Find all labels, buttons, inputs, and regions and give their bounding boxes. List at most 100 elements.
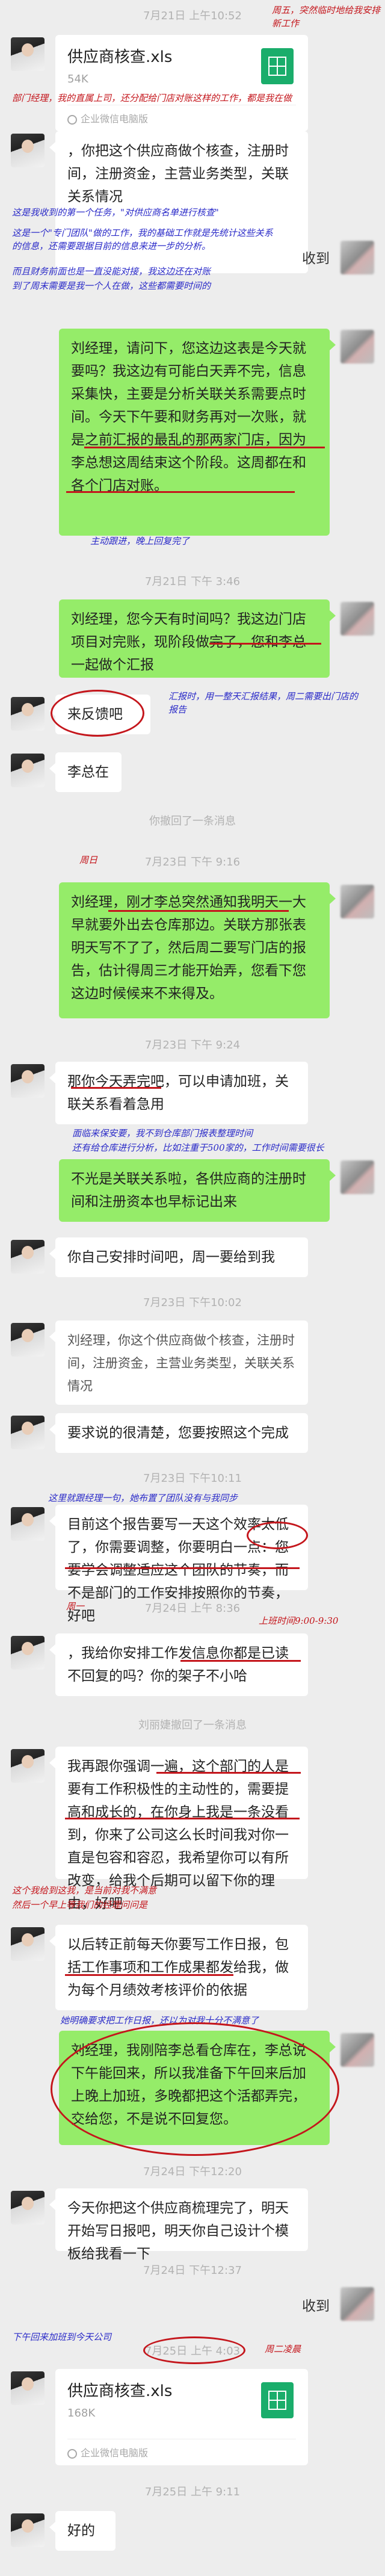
recall-notice: 刘丽婕撤回了一条消息 xyxy=(138,1719,247,1732)
underline-mark xyxy=(156,1772,301,1774)
annotation-note: 汇报时，用一整天汇报结果，周二需要出门店的报告 xyxy=(168,691,359,715)
underline-mark xyxy=(84,447,325,448)
message-bubble[interactable]: ，我给你安排工作发信息你都是已读不回复的吗？你的架子不小哈 xyxy=(49,1633,308,1696)
annotation-note: 这是我收到的第一个任务，"对供应商名单进行核查" xyxy=(12,207,219,218)
message-text: 刘经理，您今天有时间吗？我这边门店项目对完账，现阶段做完了，您和李总一起做个汇报 xyxy=(71,611,306,673)
message-bubble[interactable]: 刘经理，您今天有时间吗？我这边门店项目对完账，现阶段做完了，您和李总一起做个汇报 xyxy=(59,599,336,678)
message-text: 那你今天弄完吧，可以申请加班，关联关系看着急用 xyxy=(67,1074,289,1112)
file-source-label: 企业微信电脑版 xyxy=(81,113,149,125)
underline-mark xyxy=(65,1974,233,1976)
message-bubble[interactable]: 那你今天弄完吧，可以申请加班，关联关系看着急用 xyxy=(49,1062,308,1124)
message-bubble[interactable]: 今天你把这个供应商梳理完了，明天开始写日报吧，明天你自己设计个模板给我看一下 xyxy=(49,2188,308,2262)
quoted-message[interactable]: 刘经理，你这个供应商做个核查，注册时间，注册资金，主营业务类型，关联关系情况 xyxy=(49,1321,308,1405)
avatar[interactable] xyxy=(11,1927,45,1961)
avatar[interactable] xyxy=(11,1636,45,1670)
message-bubble[interactable]: 以后转正前每天你要写工作日报，包括工作事项和工作成果都发给我，做为每个月绩效考核… xyxy=(49,1925,308,2010)
timestamp: 7月21日 下午 3:46 xyxy=(144,575,241,588)
annotation-note: 周日 xyxy=(79,855,98,865)
avatar[interactable] xyxy=(11,37,45,71)
annotation-note: 这里就跟经理一句，她布置了团队没有与我同步 xyxy=(48,1493,238,1503)
avatar[interactable] xyxy=(11,1064,45,1098)
avatar[interactable] xyxy=(11,1240,45,1274)
avatar[interactable] xyxy=(340,241,374,274)
avatar[interactable] xyxy=(340,885,374,918)
avatar[interactable] xyxy=(11,1507,45,1541)
message-text: 不光是关联关系啦，各供应商的注册时间和注册资本也早标记出来 xyxy=(71,1171,306,1210)
annotation-note: 然后一个早上等我们的经理问问是 xyxy=(12,1899,148,1910)
timestamp: 7月23日 下午10:02 xyxy=(143,1296,242,1309)
underline-mark xyxy=(66,491,295,493)
timestamp: 7月23日 下午 9:24 xyxy=(144,1039,241,1051)
avatar[interactable] xyxy=(11,2371,45,2405)
excel-file-icon xyxy=(261,2382,294,2418)
annotation-note: 这个我给到这我，是当前对我不满意 xyxy=(12,1885,157,1896)
annotation-note: 上班时间9:00-9:30 xyxy=(259,1615,339,1626)
excel-file-icon xyxy=(261,48,294,84)
message-text: ，我给你安排工作发信息你都是已读不回复的吗？你的架子不小哈 xyxy=(67,1646,289,1684)
avatar[interactable] xyxy=(340,602,374,636)
message-text: 你自己安排时间吧，周一要给到我 xyxy=(67,1249,275,1265)
avatar[interactable] xyxy=(340,330,374,364)
avatar[interactable] xyxy=(11,697,45,731)
highlight-circle xyxy=(51,2022,339,2156)
message-bubble[interactable]: 要求说的很清楚，您要按照这个完成 xyxy=(49,1413,308,1453)
file-message[interactable]: 供应商核查.xls 54K 企业微信电脑版 xyxy=(55,35,308,131)
avatar[interactable] xyxy=(11,134,45,167)
underline-mark xyxy=(209,643,321,645)
message-text: 要求说的很清楚，您要按照这个完成 xyxy=(67,1425,289,1441)
message-bubble[interactable]: 好的 xyxy=(49,2511,116,2551)
underline-mark xyxy=(71,1087,161,1089)
annotation-note: 下午回来加班到今天公司 xyxy=(12,2332,112,2342)
highlight-circle xyxy=(51,690,144,737)
received-text: 收到 xyxy=(302,2299,330,2314)
avatar[interactable] xyxy=(11,1416,45,1449)
timestamp: 7月24日 下午12:20 xyxy=(143,2166,242,2178)
avatar[interactable] xyxy=(340,2033,374,2067)
annotation-note: 周五，突然临时地给我安排新工作 xyxy=(272,5,381,29)
received-text: 收到 xyxy=(302,251,330,267)
message-bubble[interactable]: 刘经理，刚才李总突然通知我明天一大早就要外出去仓库那边。关联方那张表明天写不了了… xyxy=(59,882,336,1018)
message-text: 李总在 xyxy=(67,764,109,780)
annotation-note: 这是一个"专门团队"做的工作，我的基础工作就是先统计这些关系的信息，还需要跟据目… xyxy=(12,228,273,252)
avatar[interactable] xyxy=(340,2287,374,2321)
avatar[interactable] xyxy=(11,1749,45,1783)
underline-mark xyxy=(65,1818,300,1819)
annotation-note: 面临来保安要，我不到仓库部门报表整理时间 xyxy=(72,1128,253,1139)
message-bubble[interactable]: 我再跟你强调一遍，这个部门的人是要有工作积极性的主动性的，需要提高和成长的，在你… xyxy=(49,1747,308,1912)
avatar[interactable] xyxy=(340,1160,374,1194)
recall-notice: 你撤回了一条消息 xyxy=(149,815,236,828)
annotation-note: 还有给仓库进行分析，比如注重于500家的，工作时间需要很长 xyxy=(72,1142,324,1153)
underline-mark xyxy=(108,910,289,912)
timestamp: 7月25日 上午 9:11 xyxy=(144,2486,241,2498)
underline-mark xyxy=(180,1660,301,1662)
message-bubble[interactable]: 不光是关联关系啦，各供应商的注册时间和注册资本也早标记出来 xyxy=(59,1159,336,1222)
file-source-label: 企业微信电脑版 xyxy=(81,2447,149,2459)
avatar[interactable] xyxy=(11,754,45,787)
avatar[interactable] xyxy=(11,2191,45,2225)
avatar[interactable] xyxy=(11,2513,45,2547)
annotation-note: 而且财务前面也是一直没能对接，我这边还在对账 xyxy=(12,266,211,277)
message-text: 今天你把这个供应商梳理完了，明天开始写日报吧，明天你自己设计个模板给我看一下 xyxy=(67,2200,289,2262)
highlight-circle xyxy=(247,1522,308,1549)
annotation-note: 周一 xyxy=(66,1601,85,1612)
avatar[interactable] xyxy=(11,1323,45,1357)
timestamp: 7月23日 下午10:11 xyxy=(143,1472,242,1485)
underline-mark xyxy=(65,1567,300,1569)
timestamp: 7月24日 上午 8:36 xyxy=(144,1602,241,1615)
message-text: ，你把这个供应商做个核查，注册时间，注册资金，主营业务类型，关联关系情况 xyxy=(67,143,289,205)
annotation-note: 部门经理，我的直属上司，还分配给门店对账这样的工作，都是我在做 xyxy=(12,93,292,104)
wecom-icon xyxy=(67,2449,77,2459)
annotation-note: 主动跟进，晚上回复完了 xyxy=(90,536,190,546)
message-bubble[interactable]: 李总在 xyxy=(49,752,122,792)
file-source: 企业微信电脑版 xyxy=(67,2445,148,2459)
highlight-circle xyxy=(143,2336,245,2364)
message-text: 好的 xyxy=(67,2523,95,2539)
message-text: 刘经理，请问下，您这边这表是今天就要吗？我这边有可能白天弄不完，信息采集快，主要… xyxy=(71,341,306,494)
message-bubble[interactable]: 刘经理，请问下，您这边这表是今天就要吗？我这边有可能白天弄不完，信息采集快，主要… xyxy=(59,329,336,536)
file-message[interactable]: 供应商核查.xls 168K 企业微信电脑版 xyxy=(55,2369,308,2465)
wecom-icon xyxy=(67,115,77,125)
annotation-note: 到了周末需要是我一个人在做，这些都需要时间的 xyxy=(12,280,211,291)
timestamp: 7月23日 下午 9:16 xyxy=(144,856,241,868)
message-bubble[interactable]: 你自己安排时间吧，周一要给到我 xyxy=(49,1237,308,1277)
file-source: 企业微信电脑版 xyxy=(67,111,148,125)
